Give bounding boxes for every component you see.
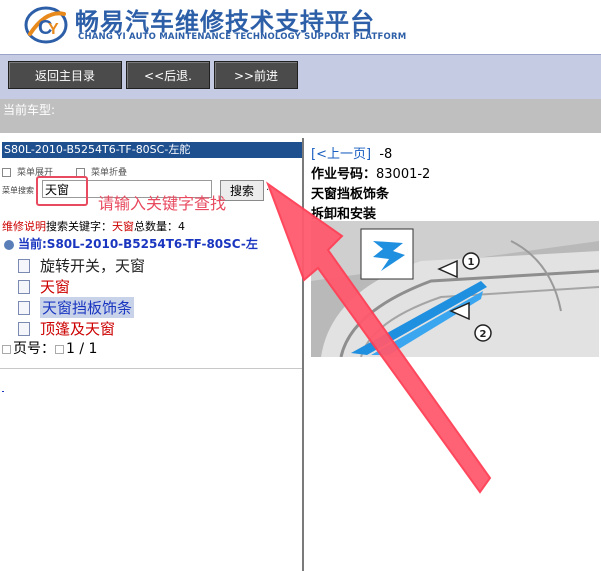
page-box-icon bbox=[55, 344, 64, 354]
page-icon bbox=[18, 321, 30, 336]
info-count-label: 总数量： bbox=[134, 220, 178, 233]
menu-collapse-label: 菜单折叠 bbox=[91, 168, 128, 178]
info-keyword: 天窗 bbox=[112, 220, 134, 233]
search-highlight-box bbox=[36, 176, 88, 206]
search-label: 菜单搜索 bbox=[2, 186, 34, 195]
prev-page-row: [<上一页] -8 bbox=[311, 143, 392, 162]
list-item[interactable]: 顶篷及天窗 bbox=[18, 318, 115, 339]
header: C Y 畅易汽车维修技术支持平台 CHANG YI AUTO MAINTENAN… bbox=[0, 0, 601, 52]
vehicle-bar: 当前车型: bbox=[0, 99, 601, 133]
page-icon bbox=[18, 279, 30, 294]
home-button[interactable]: 返回主目录 bbox=[8, 61, 122, 89]
prev-page-suffix: -8 bbox=[379, 147, 393, 162]
vehicle-label: 当前车型: bbox=[3, 103, 56, 117]
current-node[interactable]: 当前:S80L-2010-B5254T6-TF-80SC-左 bbox=[4, 235, 258, 252]
page-icon bbox=[18, 258, 30, 273]
callout-2: 2 bbox=[480, 329, 487, 340]
logo-icon: C Y bbox=[24, 6, 68, 44]
link-mark[interactable] bbox=[2, 391, 4, 392]
list-item-label: 旋转开关，天窗 bbox=[40, 257, 146, 275]
list-item-label: 顶篷及天窗 bbox=[40, 320, 116, 338]
back-button[interactable]: <<后退. bbox=[126, 61, 210, 89]
list-item-selected[interactable]: 天窗挡板饰条 bbox=[18, 297, 135, 318]
left-pane: S80L-2010-B5254T6-TF-80SC-左舵 菜单展开 菜单折叠 菜… bbox=[0, 138, 304, 571]
info-prefix: 维修说明 bbox=[2, 220, 46, 233]
operation-number: 作业号码：83001-2 bbox=[311, 163, 430, 182]
list-item-label: 天窗挡板饰条 bbox=[40, 297, 135, 318]
list-item[interactable]: 天窗 bbox=[18, 276, 70, 297]
prev-page-link[interactable]: [<上一页] bbox=[311, 147, 371, 162]
page-value: 1 / 1 bbox=[66, 341, 98, 357]
right-pane: [<上一页] -8 作业号码：83001-2 天窗挡板饰条 拆卸和安装 1 2 bbox=[305, 138, 601, 571]
pagination: 页号： 1 / 1 bbox=[2, 338, 97, 358]
brand-subtitle: CHANG YI AUTO MAINTENANCE TECHNOLOGY SUP… bbox=[78, 32, 407, 42]
info-keyword-label: 搜索关键字： bbox=[46, 220, 112, 233]
list-item-label: 天窗 bbox=[40, 278, 71, 296]
page-box-icon bbox=[2, 344, 11, 354]
part-subtitle: 拆卸和安装 bbox=[311, 207, 377, 222]
search-info: 维修说明搜索关键字：天窗总数量：4 bbox=[2, 218, 185, 234]
car-node-icon bbox=[4, 239, 14, 250]
forward-button[interactable]: >>前进 bbox=[214, 61, 298, 89]
hint-text: 请输入关键字查找 bbox=[98, 194, 227, 213]
operation-label: 作业号码： bbox=[311, 167, 377, 182]
info-count: 4 bbox=[178, 220, 185, 233]
sunroof-illustration: 1 2 bbox=[311, 221, 599, 357]
operation-value: 83001-2 bbox=[376, 167, 431, 182]
callout-1: 1 bbox=[468, 257, 475, 268]
divider bbox=[0, 368, 302, 369]
current-node-label: 当前:S80L-2010-B5254T6-TF-80SC-左 bbox=[18, 237, 258, 251]
part-title: 天窗挡板饰条 bbox=[311, 187, 390, 202]
svg-text:Y: Y bbox=[48, 21, 59, 38]
list-item[interactable]: 旋转开关，天窗 bbox=[18, 255, 145, 276]
model-bar[interactable]: S80L-2010-B5254T6-TF-80SC-左舵 bbox=[2, 142, 302, 158]
page-label: 页号： bbox=[13, 341, 55, 357]
expand-checkbox-icon bbox=[2, 168, 11, 177]
page-icon bbox=[18, 300, 30, 315]
search-button[interactable]: 搜索 bbox=[220, 180, 264, 201]
toolbar: 返回主目录 <<后退. >>前进 bbox=[0, 54, 601, 100]
search-more-dots[interactable]: .. bbox=[266, 182, 272, 193]
